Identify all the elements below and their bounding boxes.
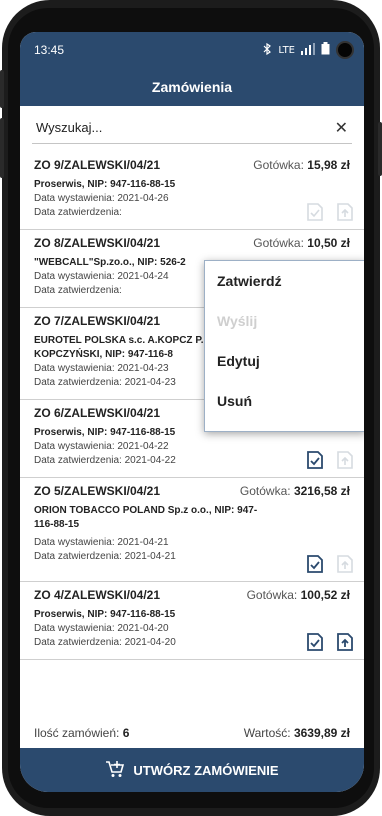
cart-icon [105,760,125,781]
order-number: ZO 9/ZALEWSKI/04/21 [34,158,161,172]
send-doc-icon [336,203,354,221]
order-actions [306,451,354,469]
approve-doc-icon[interactable] [306,555,324,573]
approve-doc-icon[interactable] [306,451,324,469]
phone-side-button [0,118,4,178]
order-number: ZO 7/ZALEWSKI/04/21 [34,314,161,328]
network-type: LTE [278,44,295,56]
order-amount: Gotówka: 15,98 zł [253,158,350,172]
create-order-label: UTWÓRZ ZAMÓWIENIE [133,762,279,778]
order-approve-date: Data zatwierdzenia: [34,207,122,218]
front-camera [336,41,354,59]
status-icons: LTE [262,41,354,59]
orders-count: Ilość zamówień: 6 [34,726,130,740]
context-menu: Zatwierdź Wyślij Edytuj Usuń [204,260,364,432]
order-client: Proserwis, NIP: 947-116-88-15 [34,179,176,190]
phone-power-button [378,122,382,176]
search-bar: ✕ [32,112,352,144]
send-doc-icon [336,555,354,573]
menu-item-send: Wyślij [217,313,258,329]
order-number: ZO 5/ZALEWSKI/04/21 [34,484,161,498]
app-bar-title: Zamówienia [20,68,364,106]
app-screen: 13:45 LTE Zamówienia ✕ [20,32,364,792]
order-amount: Gotówka: 100,52 zł [246,588,350,602]
status-bar: 13:45 LTE [20,32,364,68]
phone-side-button [0,70,4,108]
approve-doc-icon[interactable] [306,633,324,651]
bluetooth-icon [262,42,272,58]
order-number: ZO 4/ZALEWSKI/04/21 [34,588,161,602]
list-item[interactable]: ZO 4/ZALEWSKI/04/21 Gotówka: 100,52 zł P… [20,582,364,660]
orders-summary: Ilość zamówień: 6 Wartość: 3639,89 zł [34,726,350,740]
order-client: ORION TOBACCO POLAND Sp.z o.o., NIP: 947… [34,505,258,530]
menu-item-delete[interactable]: Usuń [205,381,364,421]
battery-icon [321,42,330,58]
order-approve-date: Data zatwierdzenia: 2021-04-22 [34,455,176,466]
order-approve-date: Data zatwierdzenia: 2021-04-20 [34,637,176,648]
send-doc-icon [336,451,354,469]
order-issue-date: Data wystawienia: 2021-04-22 [34,441,169,452]
order-issue-date: Data wystawienia: 2021-04-21 [34,537,169,548]
list-item[interactable]: ZO 5/ZALEWSKI/04/21 Gotówka: 3216,58 zł … [20,478,364,582]
create-order-button[interactable]: UTWÓRZ ZAMÓWIENIE [20,748,364,792]
search-input[interactable] [36,120,296,135]
order-amount: Gotówka: 10,50 zł [253,236,350,250]
close-icon[interactable]: ✕ [335,118,348,137]
status-time: 13:45 [34,43,65,57]
order-number: ZO 6/ZALEWSKI/04/21 [34,406,161,420]
order-client: Proserwis, NIP: 947-116-88-15 [34,609,176,620]
order-issue-date: Data wystawienia: 2021-04-20 [34,623,169,634]
order-issue-date: Data wystawienia: 2021-04-26 [34,193,169,204]
order-approve-date: Data zatwierdzenia: 2021-04-21 [34,551,176,562]
menu-item-edit[interactable]: Edytuj [205,341,364,381]
order-actions [306,555,354,573]
phone-frame: 13:45 LTE Zamówienia ✕ [0,0,382,816]
send-doc-icon[interactable] [336,633,354,651]
list-item[interactable]: ZO 9/ZALEWSKI/04/21 Gotówka: 15,98 zł Pr… [20,152,364,230]
signal-icon [301,42,315,58]
orders-value: Wartość: 3639,89 zł [243,726,350,740]
order-actions [306,633,354,651]
approve-doc-icon [306,203,324,221]
menu-item-approve[interactable]: Zatwierdź [205,261,364,301]
order-amount: Gotówka: 3216,58 zł [239,484,350,498]
order-actions [306,203,354,221]
order-number: ZO 8/ZALEWSKI/04/21 [34,236,161,250]
